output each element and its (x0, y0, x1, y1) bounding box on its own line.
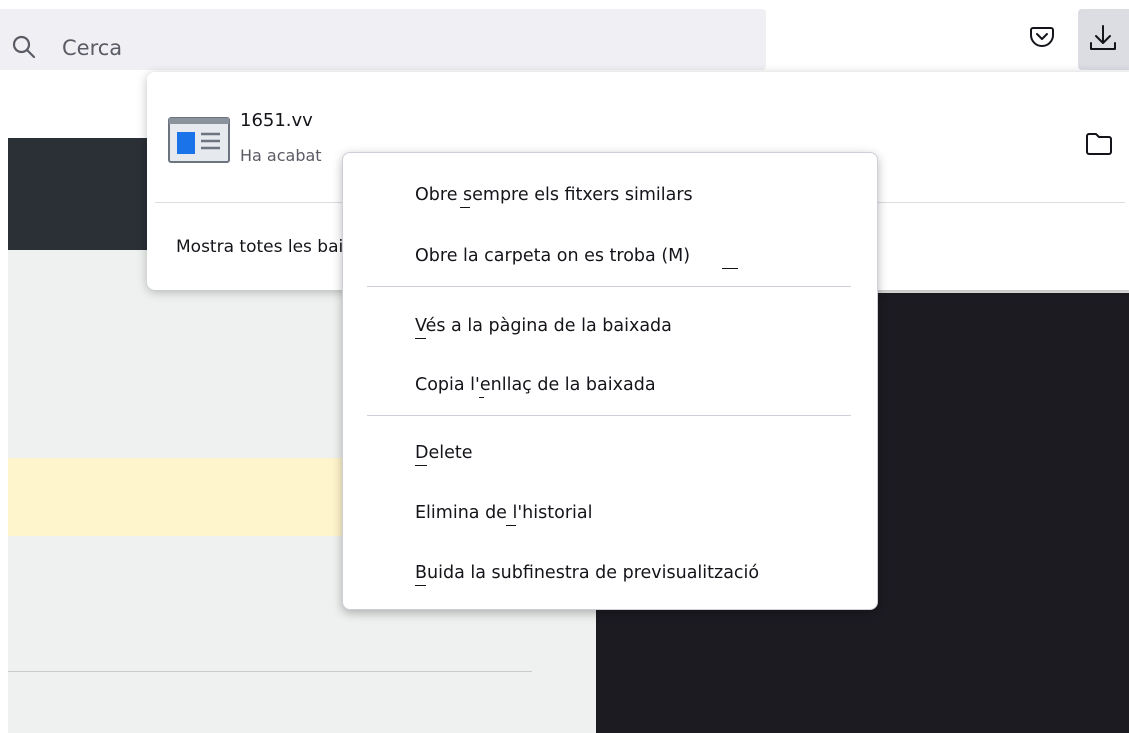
menu-item-clear-preview-panel[interactable]: Buida la subfinestra de previsualització (343, 548, 877, 598)
menu-item-label: Copia l'enllaç de la baixada (415, 375, 656, 395)
web-file-icon (168, 117, 230, 163)
menu-item-label: Elimina de l'historial (415, 503, 593, 523)
download-context-menu: Obre sempre els fitxers similars Obre la… (342, 152, 878, 610)
menu-item-label: Delete (415, 443, 473, 463)
menu-item-delete[interactable]: Delete (343, 428, 877, 478)
menu-item-go-to-download-page[interactable]: Vés a la pàgina de la baixada (343, 301, 877, 351)
downloads-button[interactable] (1078, 9, 1129, 70)
download-file-name[interactable]: 1651.vv (240, 109, 313, 133)
menu-item-remove-from-history[interactable]: Elimina de l'historial (343, 488, 877, 538)
menu-item-copy-download-link[interactable]: Copia l'enllaç de la baixada (343, 360, 877, 410)
menu-separator (367, 286, 851, 287)
search-bar[interactable]: Cerca (0, 9, 766, 70)
search-icon (12, 35, 36, 59)
page-divider (8, 671, 532, 672)
folder-icon[interactable] (1085, 132, 1113, 156)
toolbar: Cerca (0, 0, 1129, 72)
menu-item-label: Vés a la pàgina de la baixada (415, 316, 672, 336)
download-arrow-icon (1090, 25, 1116, 50)
menu-item-label: Obre la carpeta on es troba (M) (415, 246, 691, 266)
menu-item-label: Obre sempre els fitxers similars (415, 185, 693, 205)
search-placeholder: Cerca (62, 36, 123, 60)
download-status: Ha acabat (240, 146, 322, 165)
menu-item-open-containing-folder[interactable]: Obre la carpeta on es troba (M) (343, 231, 877, 281)
pocket-icon[interactable] (1028, 22, 1056, 50)
menu-item-label: Buida la subfinestra de previsualització (415, 563, 760, 583)
menu-item-always-open-similar[interactable]: Obre sempre els fitxers similars (343, 170, 877, 220)
menu-separator (367, 415, 851, 416)
